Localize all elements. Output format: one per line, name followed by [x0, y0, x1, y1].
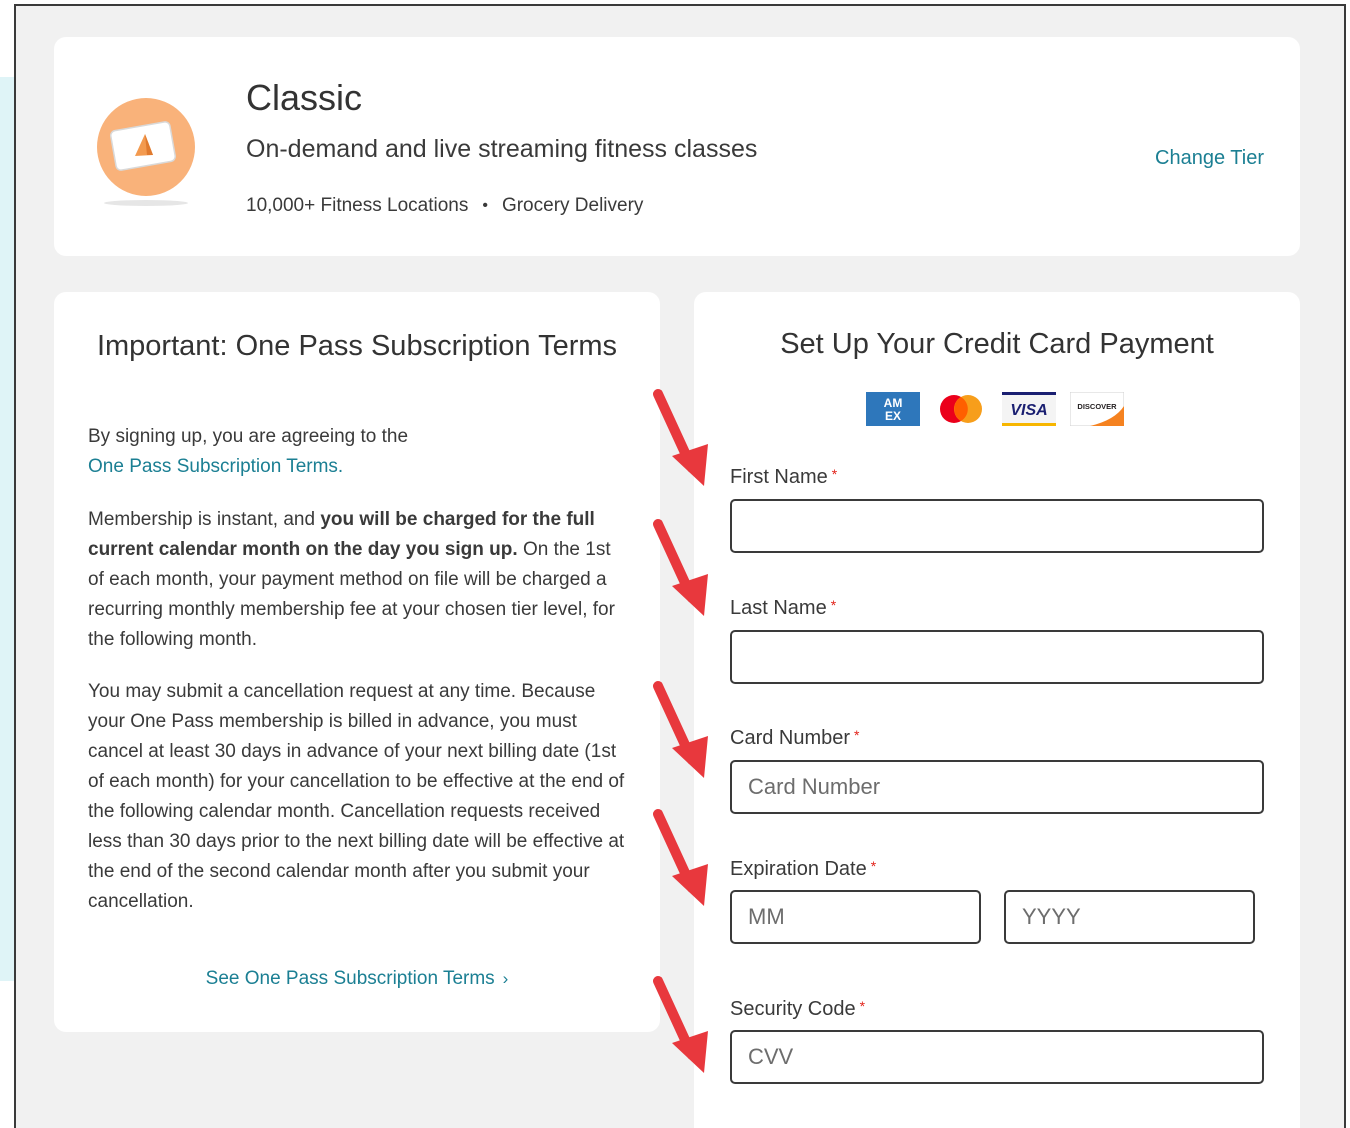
visa-logo-icon: VISA: [1002, 392, 1056, 426]
svg-text:AM: AM: [884, 396, 903, 410]
security-code-label: Security Code *: [730, 998, 866, 1020]
svg-text:EX: EX: [885, 409, 901, 423]
subscription-terms-inline-link[interactable]: One Pass Subscription Terms.: [88, 456, 343, 477]
annotation-arrow-icon: [653, 681, 708, 778]
terms-intro: By signing up, you are agreeing to the O…: [88, 422, 628, 482]
tier-card: Classic On-demand and live streaming fit…: [54, 37, 1300, 256]
last-name-label: Last Name *: [730, 597, 837, 619]
amex-logo-icon: AM EX: [866, 392, 920, 426]
first-name-label: First Name *: [730, 466, 838, 488]
streaming-tier-icon: [97, 98, 195, 206]
annotation-arrow-icon: [653, 809, 708, 906]
billing-text-1: Membership is instant, and: [88, 509, 321, 530]
required-marker: *: [854, 727, 860, 743]
tier-features: 10,000+ Fitness Locations • Grocery Deli…: [246, 195, 643, 217]
payment-card: Set Up Your Credit Card Payment AM EX VI…: [694, 292, 1300, 1128]
chevron-right-icon: ›: [502, 969, 509, 988]
mastercard-logo-icon: [940, 395, 982, 423]
left-accent-strip: [0, 77, 14, 981]
expiration-year-field[interactable]: [1004, 890, 1255, 944]
feature-separator: •: [482, 197, 488, 214]
change-tier-link[interactable]: Change Tier: [1155, 147, 1264, 170]
last-name-field[interactable]: [730, 630, 1264, 684]
feature-grocery-delivery: Grocery Delivery: [501, 195, 644, 216]
annotation-arrow-icon: [653, 519, 708, 616]
required-marker: *: [870, 858, 877, 874]
terms-intro-text: By signing up, you are agreeing to the: [88, 426, 409, 447]
tier-subtitle: On-demand and live streaming fitness cla…: [246, 135, 758, 163]
svg-text:VISA: VISA: [1010, 402, 1047, 419]
see-subscription-terms-link[interactable]: See One Pass Subscription Terms ›: [54, 968, 660, 990]
payment-title: Set Up Your Credit Card Payment: [780, 328, 1214, 360]
card-number-field[interactable]: [730, 760, 1264, 814]
see-terms-label: See One Pass Subscription Terms: [205, 968, 495, 989]
required-marker: *: [831, 466, 838, 482]
security-code-field[interactable]: [730, 1030, 1264, 1084]
terms-billing-paragraph: Membership is instant, and you will be c…: [88, 505, 628, 655]
annotation-arrow-icon: [653, 389, 708, 486]
first-name-field[interactable]: [730, 499, 1264, 553]
accepted-cards: AM EX VISA DISCOVER: [866, 392, 1124, 426]
expiration-date-label: Expiration Date *: [730, 858, 877, 880]
required-marker: *: [830, 597, 837, 613]
discover-logo-icon: DISCOVER: [1070, 392, 1124, 426]
svg-text:DISCOVER: DISCOVER: [1077, 402, 1117, 411]
terms-title: Important: One Pass Subscription Terms: [96, 330, 618, 362]
tier-title: Classic: [246, 77, 363, 118]
terms-card: Important: One Pass Subscription Terms B…: [54, 292, 660, 1032]
required-marker: *: [859, 998, 866, 1014]
terms-cancellation-paragraph: You may submit a cancellation request at…: [88, 681, 625, 912]
annotation-arrow-icon: [653, 976, 708, 1073]
card-number-label: Card Number *: [730, 727, 860, 749]
expiration-month-field[interactable]: [730, 890, 981, 944]
feature-fitness-locations: 10,000+ Fitness Locations: [246, 195, 469, 216]
